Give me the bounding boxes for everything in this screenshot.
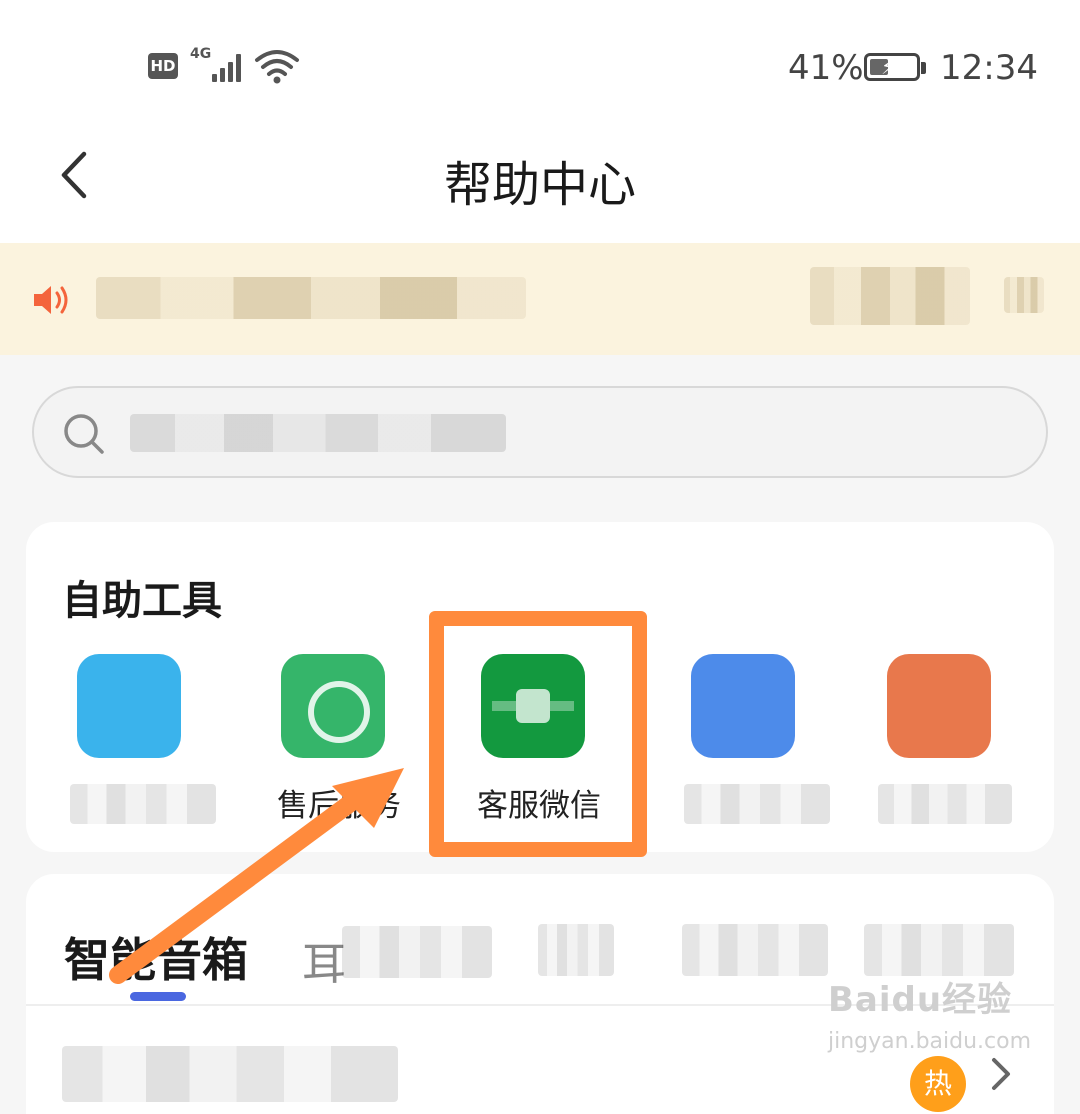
tab-3-redacted[interactable] bbox=[538, 924, 614, 976]
highlight-box bbox=[429, 611, 647, 857]
tool-label-4-redacted bbox=[684, 784, 830, 824]
tab-5-redacted[interactable] bbox=[864, 924, 1014, 976]
status-time: 12:34 bbox=[940, 48, 1038, 88]
page-title: 帮助中心 bbox=[443, 157, 636, 213]
tab-earphone[interactable]: 耳 bbox=[302, 928, 346, 992]
tab-4-redacted[interactable] bbox=[682, 924, 828, 976]
wifi-icon bbox=[255, 50, 299, 84]
chevron-right-icon[interactable] bbox=[986, 1054, 1016, 1094]
search-placeholder-redacted bbox=[130, 414, 506, 452]
hd-badge: HD bbox=[148, 53, 178, 79]
self-service-title: 自助工具 bbox=[62, 578, 222, 624]
tab-indicator bbox=[130, 992, 186, 1001]
tool-icon-4 bbox=[691, 654, 795, 758]
tool-item-5[interactable] bbox=[850, 654, 1040, 854]
after-sales-icon bbox=[281, 654, 385, 758]
watermark-brand: Baidu经验 bbox=[828, 980, 1013, 1020]
notice-action-redacted[interactable] bbox=[810, 267, 970, 325]
tool-label-5-redacted bbox=[878, 784, 1012, 824]
tab-earphone-redacted bbox=[342, 926, 492, 978]
signal-icon bbox=[208, 52, 244, 82]
battery-icon: ⚡ bbox=[864, 53, 920, 81]
tool-item-4[interactable] bbox=[654, 654, 844, 854]
battery-percent: 41% bbox=[788, 48, 864, 88]
speaker-icon bbox=[34, 286, 68, 314]
tool-item-after-sales[interactable]: 售后服务 bbox=[244, 654, 434, 854]
tool-icon-5 bbox=[887, 654, 991, 758]
notice-text-redacted bbox=[96, 277, 526, 319]
status-bar: HD 4G 41% ⚡ 12:34 bbox=[0, 40, 1080, 100]
tool-icon-1 bbox=[77, 654, 181, 758]
tool-item-1[interactable] bbox=[40, 654, 230, 854]
watermark-url: jingyan.baidu.com bbox=[828, 1029, 1032, 1054]
charging-bolt-icon: ⚡ bbox=[881, 55, 896, 79]
battery-tip bbox=[921, 62, 926, 74]
list-item-title-redacted[interactable] bbox=[62, 1046, 398, 1102]
watermark: Baidu经验 jingyan.baidu.com bbox=[828, 972, 1031, 1054]
tab-smart-speaker[interactable]: 智能音箱 bbox=[64, 924, 248, 990]
search-icon bbox=[64, 414, 104, 454]
notice-close-redacted[interactable] bbox=[1004, 277, 1044, 313]
notice-bar[interactable] bbox=[0, 243, 1080, 355]
search-input[interactable] bbox=[32, 386, 1048, 478]
hot-badge: 热 bbox=[910, 1056, 966, 1112]
tool-label-after-sales: 售后服务 bbox=[277, 788, 401, 824]
tool-label-1-redacted bbox=[70, 784, 216, 824]
